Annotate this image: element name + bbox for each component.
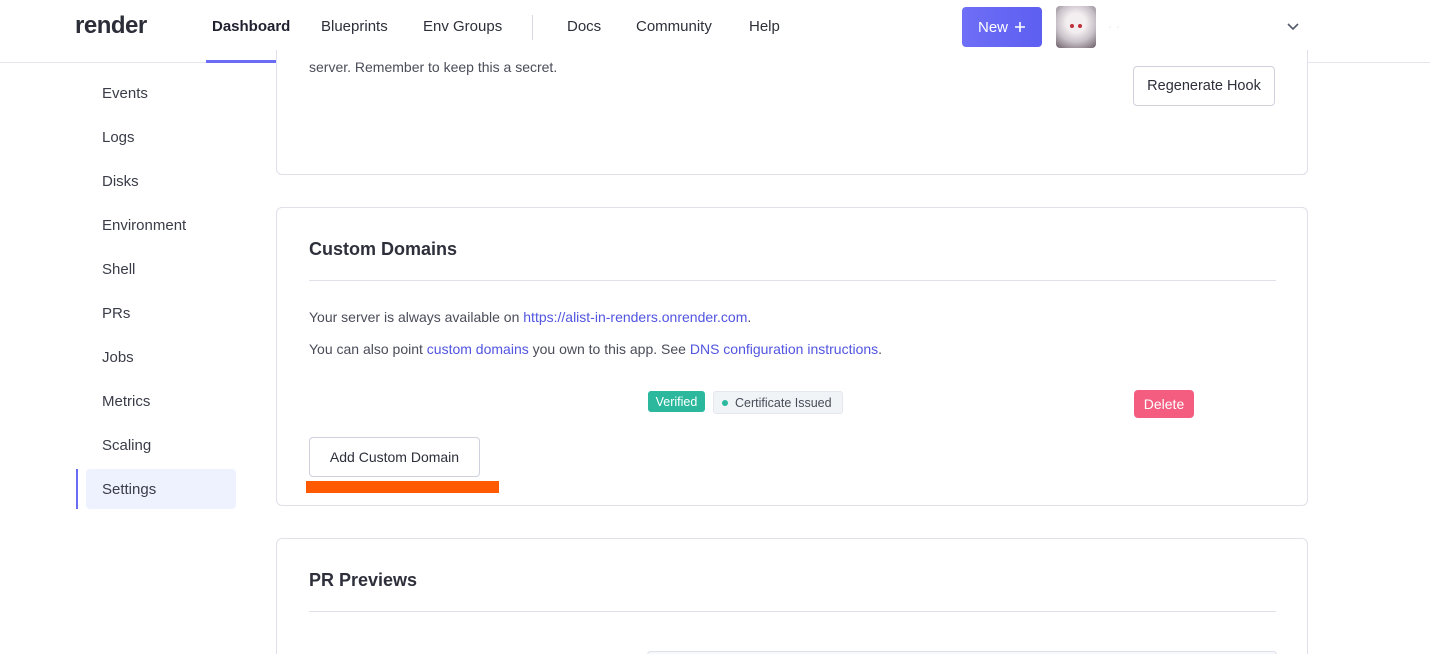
account-name[interactable]: · · — [1108, 19, 1120, 34]
pr-previews-card: PR Previews — [276, 538, 1308, 654]
sidebar-item-logs[interactable]: Logs — [102, 129, 135, 146]
annotation-underline — [306, 481, 499, 493]
sidebar-item-metrics[interactable]: Metrics — [102, 393, 150, 410]
dns-instructions-link[interactable]: DNS configuration instructions — [690, 341, 878, 357]
server-url-prefix: Your server is always available on — [309, 309, 524, 325]
divider — [309, 611, 1276, 612]
status-dot-icon — [722, 399, 728, 406]
certificate-status-label: Certificate Issued — [735, 395, 832, 410]
delete-domain-button[interactable]: Delete — [1134, 390, 1194, 418]
nav-env-groups[interactable]: Env Groups — [423, 18, 502, 35]
new-button-label: New — [977, 18, 1008, 36]
help-suffix: . — [878, 341, 883, 357]
sidebar-item-disks[interactable]: Disks — [102, 173, 139, 190]
plus-icon — [1015, 22, 1025, 32]
sidebar-item-settings[interactable]: Settings — [102, 481, 156, 498]
custom-domain-help-line: You can also point custom domains you ow… — [309, 341, 882, 357]
card-edge — [276, 63, 277, 65]
server-url-suffix: . — [747, 309, 752, 325]
sidebar-item-scaling[interactable]: Scaling — [102, 437, 151, 454]
nav-blueprints[interactable]: Blueprints — [321, 18, 388, 35]
deploy-hook-card: server. Remember to keep this a secret. … — [276, 50, 1308, 175]
nav-divider — [532, 15, 533, 40]
regenerate-hook-button[interactable]: Regenerate Hook — [1133, 66, 1275, 106]
verified-badge: Verified — [648, 391, 705, 412]
pr-previews-title: PR Previews — [309, 570, 418, 590]
sidebar-item-jobs[interactable]: Jobs — [102, 349, 134, 366]
render-logo[interactable]: render — [75, 12, 147, 40]
server-url-line: Your server is always available on https… — [309, 309, 751, 325]
server-url-link[interactable]: https://alist-in-renders.onrender.com — [523, 309, 747, 325]
sidebar-active-indicator — [76, 469, 78, 509]
deploy-hook-description: server. Remember to keep this a secret. — [309, 59, 558, 75]
sidebar-item-events[interactable]: Events — [102, 85, 148, 102]
help-prefix: You can also point — [309, 341, 427, 357]
certificate-status-badge: Certificate Issued — [713, 391, 843, 414]
new-button[interactable]: New — [962, 7, 1042, 47]
divider — [309, 280, 1276, 281]
nav-docs[interactable]: Docs — [567, 18, 601, 35]
sidebar-item-shell[interactable]: Shell — [102, 261, 135, 278]
sidebar-item-prs[interactable]: PRs — [102, 305, 130, 322]
avatar[interactable] — [1056, 6, 1096, 48]
add-custom-domain-button[interactable]: Add Custom Domain — [309, 437, 480, 477]
nav-help[interactable]: Help — [749, 18, 780, 35]
sidebar-item-environment[interactable]: Environment — [102, 217, 186, 234]
custom-domains-title: Custom Domains — [309, 239, 458, 259]
help-mid: you own to this app. See — [528, 341, 690, 357]
custom-domains-link[interactable]: custom domains — [427, 341, 529, 357]
custom-domains-card: Custom Domains Your server is always ava… — [276, 207, 1308, 506]
nav-community[interactable]: Community — [636, 18, 712, 35]
nav-dashboard[interactable]: Dashboard — [212, 18, 290, 35]
chevron-down-icon[interactable] — [1285, 18, 1301, 34]
